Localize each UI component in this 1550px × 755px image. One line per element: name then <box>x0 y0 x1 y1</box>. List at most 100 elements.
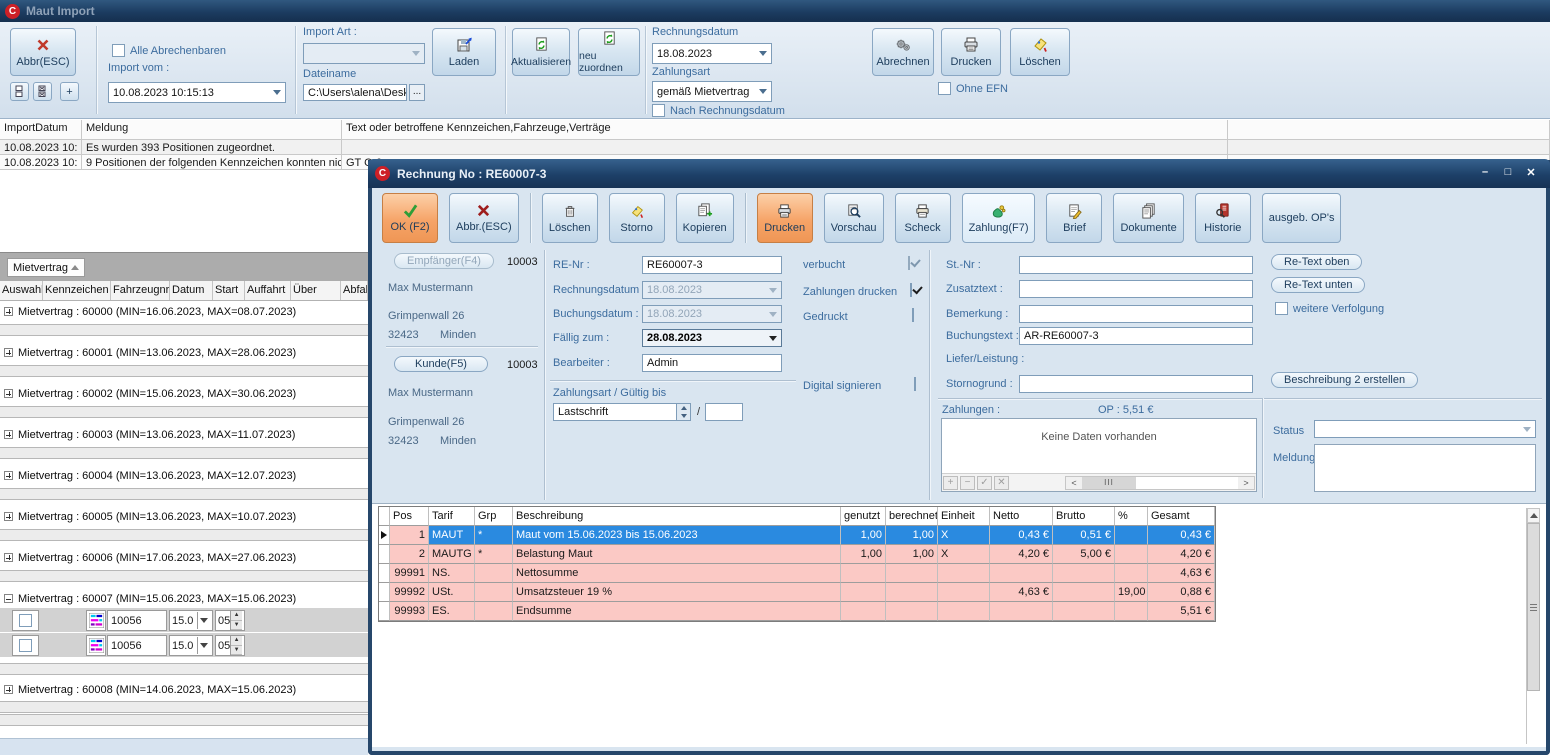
col-beschreibung[interactable]: Beschreibung <box>513 507 841 526</box>
browse-button[interactable]: ... <box>409 84 425 101</box>
scroll-thumb[interactable]: III <box>1082 477 1136 489</box>
dokumente-button[interactable]: Dokumente <box>1113 193 1183 243</box>
nach-rechnungsdatum-checkbox[interactable] <box>652 104 665 117</box>
dateiname-input[interactable]: C:\Users\alena\Desk <box>303 84 407 101</box>
expand-icon[interactable] <box>4 430 13 439</box>
child-icon-cell[interactable] <box>86 610 106 631</box>
col-berechnet[interactable]: berechnet <box>886 507 938 526</box>
child-spin-field[interactable]: 05 ▲▼ <box>215 635 245 656</box>
laden-button[interactable]: Laden <box>432 28 496 76</box>
col-auswahl[interactable]: Auswahl <box>0 281 43 300</box>
re-nr-field[interactable]: RE60007-3 <box>642 256 782 274</box>
child-spin-field[interactable]: 05 ▲▼ <box>215 610 245 631</box>
gueltig-bis-field[interactable] <box>705 403 743 421</box>
col-gesamt[interactable]: Gesamt <box>1148 507 1215 526</box>
import-art-combo[interactable] <box>303 43 425 64</box>
brief-button[interactable]: Brief <box>1046 193 1102 243</box>
rechnungsdatum-dlg-field[interactable]: 18.08.2023 <box>642 281 782 299</box>
alle-abrechenbaren-checkbox[interactable] <box>112 44 125 57</box>
contract-group-row[interactable]: Mietvertrag : 60003 (MIN=13.06.2023, MAX… <box>0 426 368 443</box>
nav-confirm-button[interactable]: ✓ <box>977 476 992 490</box>
ohne-efn-checkbox[interactable] <box>938 82 951 95</box>
spinner-control[interactable]: ▲▼ <box>230 611 242 630</box>
drucken-dialog-button[interactable]: Drucken <box>757 193 813 243</box>
zahlungsart-combo[interactable]: gemäß Mietvertrag <box>652 81 772 102</box>
contract-group-row[interactable]: Mietvertrag : 60006 (MIN=17.06.2023, MAX… <box>0 549 368 566</box>
scroll-left-icon[interactable]: < <box>1066 477 1082 489</box>
col-einheit[interactable]: Einheit <box>938 507 990 526</box>
expand-icon[interactable] <box>4 553 13 562</box>
weitere-verfolgung-checkbox[interactable] <box>1275 302 1288 315</box>
contracts-hscrollbar[interactable] <box>0 738 368 755</box>
col-text[interactable]: Text oder betroffene Kennzeichen,Fahrzeu… <box>342 120 1228 139</box>
child-wert-dropdown[interactable]: 15.0 <box>169 635 213 656</box>
col-brutto[interactable]: Brutto <box>1053 507 1115 526</box>
import-vom-combo[interactable]: 10.08.2023 10:15:13 <box>108 82 286 103</box>
kunde-button[interactable]: Kunde(F5) <box>394 356 488 372</box>
col-pos[interactable]: Pos <box>390 507 429 526</box>
contract-child-row[interactable]: 10056 15.0 05 ▲▼ <box>0 633 368 658</box>
ok-button[interactable]: OK (F2) <box>382 193 438 243</box>
stornogrund-field[interactable] <box>1019 375 1253 393</box>
contract-child-row[interactable]: 10056 15.0 05 ▲▼ <box>0 608 368 633</box>
col-meldung[interactable]: Meldung <box>82 120 342 139</box>
beschreibung2-button[interactable]: Beschreibung 2 erstellen <box>1271 372 1418 388</box>
bearbeiter-field[interactable]: Admin <box>642 354 782 372</box>
re-text-unten-button[interactable]: Re-Text unten <box>1271 277 1365 293</box>
child-checkbox[interactable] <box>19 614 32 627</box>
collapse-icon[interactable] <box>4 594 13 603</box>
message-row[interactable]: 10.08.2023 10: Es wurden 393 Positionen … <box>0 140 1550 155</box>
faellig-field[interactable]: 28.08.2023 <box>642 329 782 347</box>
position-row[interactable]: 99991 NS. Nettosumme 4,63 € <box>379 564 1215 583</box>
status-dropdown[interactable] <box>1314 420 1536 438</box>
payments-hscrollbar[interactable]: < III > <box>1065 476 1255 490</box>
ausgeb-ops-button[interactable]: ausgeb. OP's <box>1262 193 1342 243</box>
abrechnen-button[interactable]: Abrechnen <box>872 28 934 76</box>
position-row-selected[interactable]: 1 MAUT * Maut vom 15.06.2023 bis 15.06.2… <box>379 526 1215 545</box>
position-row[interactable]: 99992 USt. Umsatzsteuer 19 % 4,63 € 19,0… <box>379 583 1215 602</box>
scroll-up-icon[interactable] <box>1527 508 1540 523</box>
contract-group-row[interactable]: Mietvertrag : 60005 (MIN=13.06.2023, MAX… <box>0 508 368 525</box>
abort-dialog-button[interactable]: Abbr.(ESC) <box>449 193 519 243</box>
gedruckt-checkbox[interactable] <box>912 308 914 322</box>
position-row[interactable]: 99993 ES. Endsumme 5,51 € <box>379 602 1215 621</box>
bemerkung-field[interactable] <box>1019 305 1253 323</box>
zahlung-button[interactable]: Zahlung(F7) <box>962 193 1036 243</box>
abort-button[interactable]: Abbr(ESC) <box>10 28 76 76</box>
re-text-oben-button[interactable]: Re-Text oben <box>1271 254 1362 270</box>
child-icon-cell[interactable] <box>86 635 106 656</box>
buchungsdatum-field[interactable]: 18.08.2023 <box>642 305 782 323</box>
child-wert-dropdown[interactable]: 15.0 <box>169 610 213 631</box>
st-nr-field[interactable] <box>1019 256 1253 274</box>
nav-add-button[interactable]: + <box>943 476 958 490</box>
loeschen-button[interactable]: Löschen <box>1010 28 1070 76</box>
col-tarif[interactable]: Tarif <box>429 507 475 526</box>
contract-group-row-expanded[interactable]: Mietvertrag : 60007 (MIN=15.06.2023, MAX… <box>0 590 368 607</box>
spinner-control[interactable]: ▲▼ <box>230 636 242 655</box>
col-datum[interactable]: Datum <box>170 281 213 300</box>
vorschau-button[interactable]: Vorschau <box>824 193 884 243</box>
expand-all-button[interactable] <box>33 82 52 101</box>
zahlungsart-dlg-field[interactable]: Lastschrift <box>553 403 691 421</box>
close-button[interactable]: ✕ <box>1524 166 1538 179</box>
contract-group-row[interactable]: Mietvertrag : 60001 (MIN=13.06.2023, MAX… <box>0 344 368 361</box>
contract-group-row[interactable]: Mietvertrag : 60004 (MIN=13.06.2023, MAX… <box>0 467 368 484</box>
expand-icon[interactable] <box>4 471 13 480</box>
drucken-button[interactable]: Drucken <box>941 28 1001 76</box>
scroll-thumb[interactable] <box>1527 523 1540 691</box>
col-genutzt[interactable]: genutzt <box>841 507 886 526</box>
expand-icon[interactable] <box>4 389 13 398</box>
empfaenger-button[interactable]: Empfänger(F4) <box>394 253 494 269</box>
child-checkbox[interactable] <box>19 639 32 652</box>
buchungstext-field[interactable]: AR-RE60007-3 <box>1019 327 1253 345</box>
zusatztext-field[interactable] <box>1019 280 1253 298</box>
scroll-right-icon[interactable]: > <box>1238 477 1254 489</box>
child-fahrzeugnr-field[interactable]: 10056 <box>107 610 167 631</box>
nav-cancel-button[interactable]: ✕ <box>994 476 1009 490</box>
col-fahrzeugnr[interactable]: Fahrzeugnr <box>111 281 170 300</box>
aktualisieren-button[interactable]: Aktualisieren <box>512 28 570 76</box>
col-ueber[interactable]: Über <box>291 281 341 300</box>
expand-icon[interactable] <box>4 685 13 694</box>
maximize-button[interactable]: □ <box>1501 166 1515 179</box>
col-auffahrt[interactable]: Auffahrt <box>245 281 291 300</box>
